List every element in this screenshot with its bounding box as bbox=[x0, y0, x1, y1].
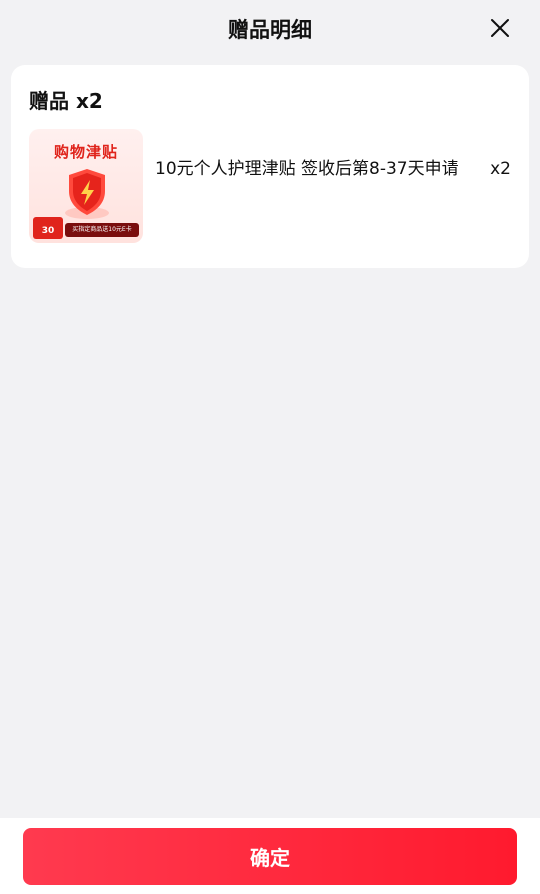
gift-item-quantity: x2 bbox=[490, 159, 511, 179]
page-title: 赠品明细 bbox=[228, 18, 312, 42]
header: 赠品明细 bbox=[0, 0, 540, 60]
gift-card: 赠品 x2 购物津贴 30 买指定商品送10元E卡 10元个人护理津贴 签收后第… bbox=[11, 65, 529, 268]
close-icon[interactable] bbox=[488, 16, 512, 40]
gift-item-name: 10元个人护理津贴 签收后第8-37天申请 bbox=[155, 159, 459, 179]
thumbnail-strip: 买指定商品送10元E卡 bbox=[65, 223, 139, 237]
thumbnail-title: 购物津贴 bbox=[53, 143, 118, 161]
gift-heading: 赠品 x2 bbox=[29, 89, 103, 113]
gift-thumbnail: 购物津贴 30 买指定商品送10元E卡 bbox=[29, 129, 143, 243]
shield-lightning-icon bbox=[61, 165, 113, 221]
footer-bar: 确定 bbox=[0, 818, 540, 894]
thumbnail-badge: 30 bbox=[33, 217, 63, 239]
confirm-button[interactable]: 确定 bbox=[23, 828, 517, 885]
